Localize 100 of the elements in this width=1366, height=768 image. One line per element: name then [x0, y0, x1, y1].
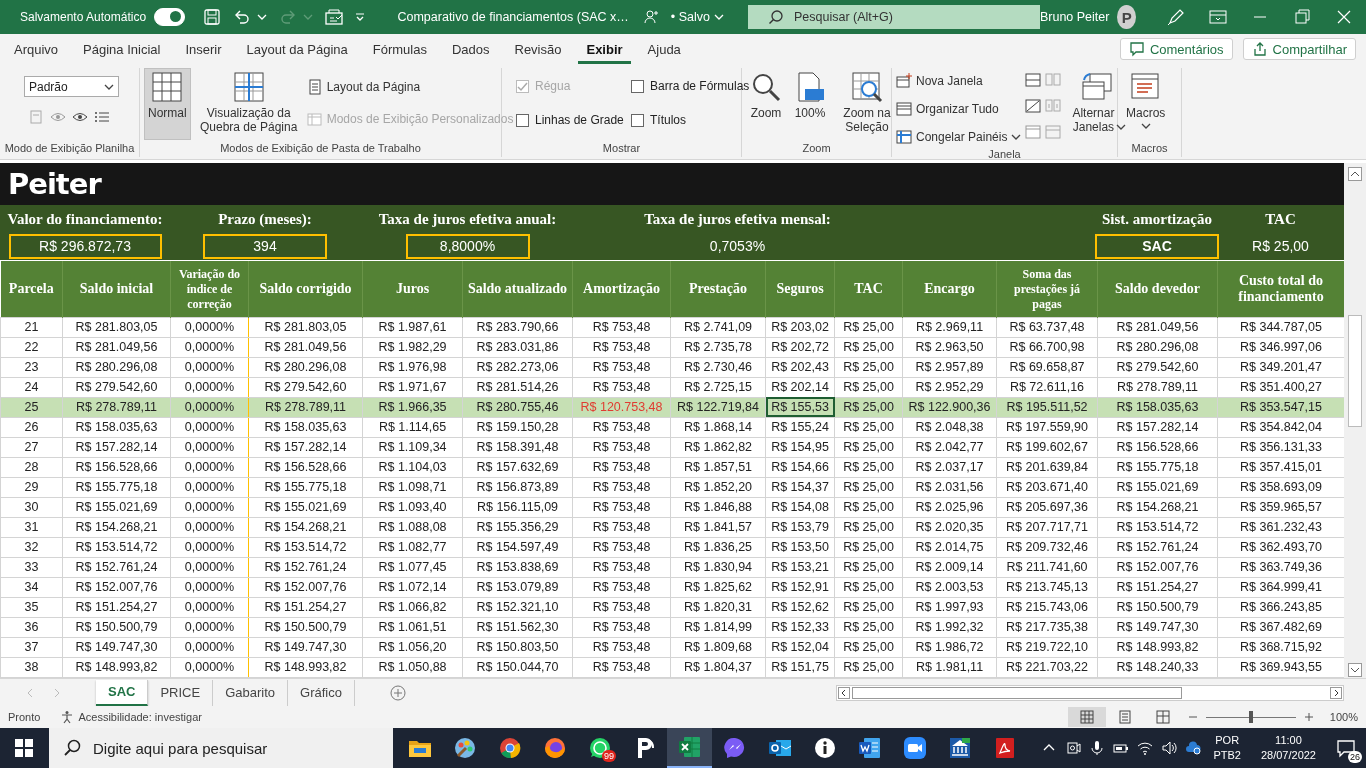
search-field[interactable]: Pesquisar (Alt+G): [747, 5, 1040, 29]
table-cell: R$ 2.003,53: [902, 577, 997, 598]
table-cell: R$ 157.282,14: [1097, 417, 1218, 438]
table-cell: R$ 1.072,14: [362, 577, 463, 598]
table-cell: 0,0000%: [170, 617, 249, 638]
ribbon-tab[interactable]: Inserir: [177, 34, 230, 64]
table-cell: R$ 150.500,79: [1097, 597, 1218, 618]
table-cell: R$ 1.114,65: [362, 417, 463, 438]
table-cell: R$ 25,00: [834, 657, 903, 678]
table-cell: R$ 281.049,56: [62, 337, 171, 358]
language-indicator[interactable]: POR: [1215, 733, 1240, 748]
keyboard-layout[interactable]: PTB2: [1213, 748, 1241, 763]
table-cell: R$ 1.061,51: [362, 617, 463, 638]
table-cell: R$ 213.745,13: [996, 577, 1098, 598]
table-cell: R$ 2.020,35: [902, 517, 997, 538]
table-cell: R$ 25,00: [834, 557, 903, 578]
sheet-tab[interactable]: Gabarito: [213, 679, 289, 706]
table-cell: R$ 152,62: [765, 597, 835, 618]
table-cell: R$ 1.820,31: [670, 597, 766, 618]
table-cell: R$ 155.021,69: [62, 497, 171, 518]
table-cell: R$ 1.981,11: [902, 657, 997, 678]
table-cell: R$ 1.836,25: [670, 537, 766, 558]
table-cell: 0,0000%: [170, 537, 249, 558]
clock-date[interactable]: 28/07/2022: [1260, 748, 1316, 763]
ribbon-button[interactable]: Nova Janela: [896, 70, 1022, 92]
table-cell: R$ 279.542,60: [248, 377, 363, 398]
table-cell: R$ 753,48: [572, 497, 671, 518]
ribbon-tab[interactable]: Ajuda: [639, 34, 689, 64]
table-cell: R$ 1.088,08: [362, 517, 463, 538]
avatar[interactable]: P: [1117, 5, 1136, 29]
table-cell: R$ 2.014,75: [902, 537, 997, 558]
table-cell: R$ 202,72: [765, 337, 835, 358]
table-cell: R$ 281.803,05: [62, 317, 171, 338]
table-cell: R$ 217.735,38: [996, 617, 1098, 638]
column-header: Saldo atualizado: [462, 261, 573, 318]
table-cell: R$ 25,00: [834, 577, 903, 598]
table-cell: R$ 154,66: [765, 457, 835, 478]
comments-button[interactable]: Comentários: [1119, 38, 1233, 60]
parameter-value: SAC: [1095, 233, 1219, 259]
table-cell: R$ 2.025,96: [902, 497, 997, 518]
table-cell: 28: [0, 457, 63, 478]
table-cell: R$ 156.528,66: [1097, 437, 1218, 458]
table-cell: 24: [0, 377, 63, 398]
column-header: Variação do índice de correção: [170, 261, 249, 318]
table-cell: R$ 1.868,14: [670, 417, 766, 438]
parameter-label: Valor do financiamento:: [7, 210, 163, 229]
save-status: • Salvo: [670, 10, 710, 24]
checkbox-label: Régua: [535, 79, 571, 93]
sheet-tab[interactable]: SAC: [96, 679, 149, 706]
table-cell: R$ 221.703,22: [996, 657, 1098, 678]
notifications-button[interactable]: 26: [1326, 728, 1366, 768]
table-cell: R$ 201.639,84: [996, 457, 1098, 478]
accessibility-status[interactable]: Acessibilidade: investigar: [78, 711, 202, 723]
parameter-label: Taxa de juros efetiva anual:: [378, 210, 557, 229]
ribbon-tab[interactable]: Arquivo: [6, 34, 67, 64]
table-cell: 0,0000%: [170, 417, 249, 438]
table-cell: R$ 279.542,60: [62, 377, 171, 398]
table-cell: 0,0000%: [170, 337, 249, 358]
view-dropdown[interactable]: Padrão: [24, 76, 119, 97]
ribbon-button[interactable]: Congelar Painéis: [896, 126, 1022, 148]
table-cell: R$ 1.830,94: [670, 557, 766, 578]
ribbon-button[interactable]: Normal: [144, 68, 191, 140]
clock-time[interactable]: 11:00: [1275, 733, 1302, 748]
ribbon-tab[interactable]: Página Inicial: [75, 34, 169, 64]
sheet-tab[interactable]: Gráfico: [288, 679, 355, 706]
table-cell: R$ 209.732,46: [996, 537, 1098, 558]
table-cell: R$ 152.761,24: [248, 557, 363, 578]
sheet-tab[interactable]: PRICE: [148, 679, 214, 706]
table-cell: R$ 155,53: [765, 397, 835, 418]
taskbar-search-field[interactable]: Digite aqui para pesquisar: [49, 728, 393, 768]
taskbar-app[interactable]: 99: [577, 728, 622, 768]
table-cell: R$ 203,02: [765, 317, 835, 338]
table-cell: R$ 215.743,06: [996, 597, 1098, 618]
table-cell: R$ 753,48: [572, 417, 671, 438]
ribbon-button[interactable]: Macros: [1122, 68, 1170, 134]
ribbon-button[interactable]: 100%: [790, 68, 830, 123]
share-button[interactable]: Compartilhar: [1242, 38, 1356, 60]
ribbon-button[interactable]: Visualização da Quebra de Página: [194, 68, 303, 137]
table-cell: R$ 2.048,38: [902, 417, 997, 438]
table-cell: R$ 25,00: [834, 417, 903, 438]
table-cell: R$ 152.761,24: [62, 557, 171, 578]
zoom-level[interactable]: 100%: [1329, 711, 1358, 723]
table-cell: R$ 2.741,09: [670, 317, 766, 338]
table-cell: R$ 1.109,34: [362, 437, 463, 458]
table-cell: R$ 154.268,21: [1097, 497, 1218, 518]
ribbon-button[interactable]: Layout da Página: [306, 76, 514, 98]
ribbon-tab[interactable]: Layout da Página: [238, 34, 356, 64]
ribbon-tab[interactable]: Dados: [443, 34, 498, 64]
table-cell: R$ 149.747,30: [248, 637, 363, 658]
table-cell: 0,0000%: [170, 637, 249, 658]
ribbon-tab[interactable]: Fórmulas: [364, 34, 435, 64]
table-cell: R$ 278.789,11: [248, 397, 363, 418]
parameter-value: 0,7053%: [708, 237, 767, 257]
table-cell: R$ 150.500,79: [248, 617, 363, 638]
ribbon-button[interactable]: Organizar Tudo: [896, 98, 1022, 120]
table-cell: R$ 154,37: [765, 477, 835, 498]
table-cell: R$ 2.969,11: [902, 317, 997, 338]
ribbon-tab[interactable]: Revisão: [506, 34, 570, 64]
table-cell: R$ 25,00: [834, 457, 903, 478]
table-cell: R$ 753,48: [572, 517, 671, 538]
